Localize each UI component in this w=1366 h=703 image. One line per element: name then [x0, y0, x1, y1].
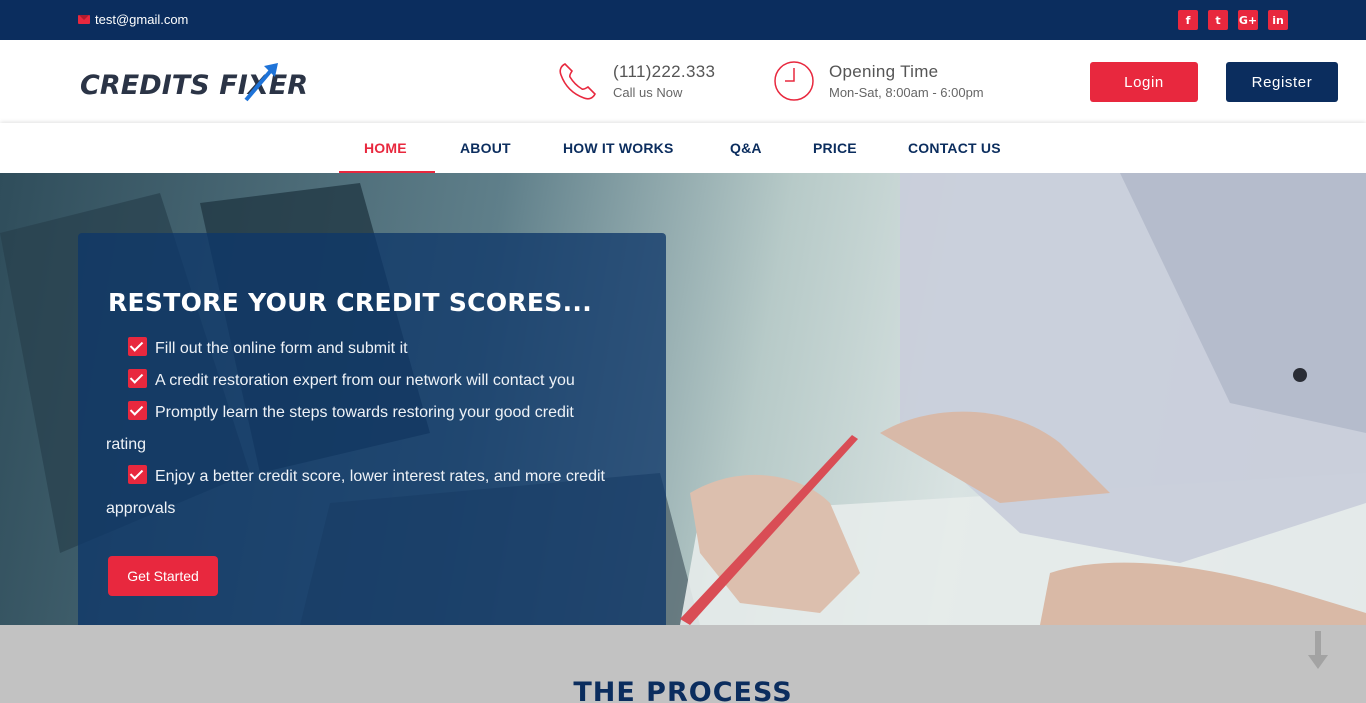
hero-checklist: Fill out the online form and submit it A… — [106, 333, 638, 525]
list-item: Fill out the online form and submit it — [128, 333, 638, 365]
nav-item-price[interactable]: PRICE — [813, 123, 857, 173]
phone-caption: Call us Now — [613, 85, 683, 100]
hero-info-panel: RESTORE YOUR CREDIT SCORES... Fill out t… — [78, 233, 666, 625]
get-started-button[interactable]: Get Started — [108, 556, 218, 596]
checkbox-icon — [128, 465, 147, 484]
email-text: test@gmail.com — [95, 12, 189, 27]
hero-section: RESTORE YOUR CREDIT SCORES... Fill out t… — [0, 173, 1366, 625]
checkbox-icon — [128, 369, 147, 388]
arrow-down-icon[interactable] — [1306, 631, 1330, 671]
nav-item-how-it-works[interactable]: HOW IT WORKS — [563, 123, 674, 173]
hero-heading: RESTORE YOUR CREDIT SCORES... — [108, 288, 593, 317]
hours-caption: Mon-Sat, 8:00am - 6:00pm — [829, 85, 984, 100]
nav-item-contact-us[interactable]: CONTACT US — [908, 123, 1001, 173]
google-plus-icon[interactable]: G+ — [1238, 10, 1258, 30]
phone-number: (111)222.333 — [613, 62, 716, 81]
checkbox-icon — [128, 337, 147, 356]
contact-email[interactable]: test@gmail.com — [78, 12, 188, 27]
envelope-icon — [78, 15, 90, 24]
checkbox-icon — [128, 401, 147, 420]
social-links: f t G+ in — [1178, 10, 1288, 30]
process-heading: THE PROCESS — [573, 677, 793, 703]
process-section: THE PROCESS — [0, 625, 1366, 703]
brand-logo[interactable]: CREDITS FIXER — [78, 60, 313, 106]
main-nav: HOME ABOUT HOW IT WORKS Q&A PRICE CONTAC… — [0, 123, 1366, 173]
login-button[interactable]: Login — [1090, 62, 1198, 102]
clock-icon — [774, 61, 814, 101]
list-item: Promptly learn the steps towards restori… — [106, 397, 638, 461]
top-bar: test@gmail.com f t G+ in — [0, 0, 1366, 40]
nav-item-about[interactable]: ABOUT — [460, 123, 511, 173]
list-item: Enjoy a better credit score, lower inter… — [106, 461, 638, 525]
hours-info: Opening Time Mon-Sat, 8:00am - 6:00pm — [773, 60, 984, 102]
facebook-icon[interactable]: f — [1178, 10, 1198, 30]
register-button[interactable]: Register — [1226, 62, 1338, 102]
linkedin-icon[interactable]: in — [1268, 10, 1288, 30]
phone-icon — [559, 63, 596, 100]
nav-item-qa[interactable]: Q&A — [730, 123, 762, 173]
nav-item-home[interactable]: HOME — [364, 123, 407, 173]
twitter-icon[interactable]: t — [1208, 10, 1228, 30]
phone-info[interactable]: (111)222.333 Call us Now — [557, 60, 715, 102]
hours-title: Opening Time — [829, 62, 939, 81]
list-item: A credit restoration expert from our net… — [128, 365, 638, 397]
site-header: CREDITS FIXER (111)222.333 Call us Now O… — [0, 40, 1366, 123]
